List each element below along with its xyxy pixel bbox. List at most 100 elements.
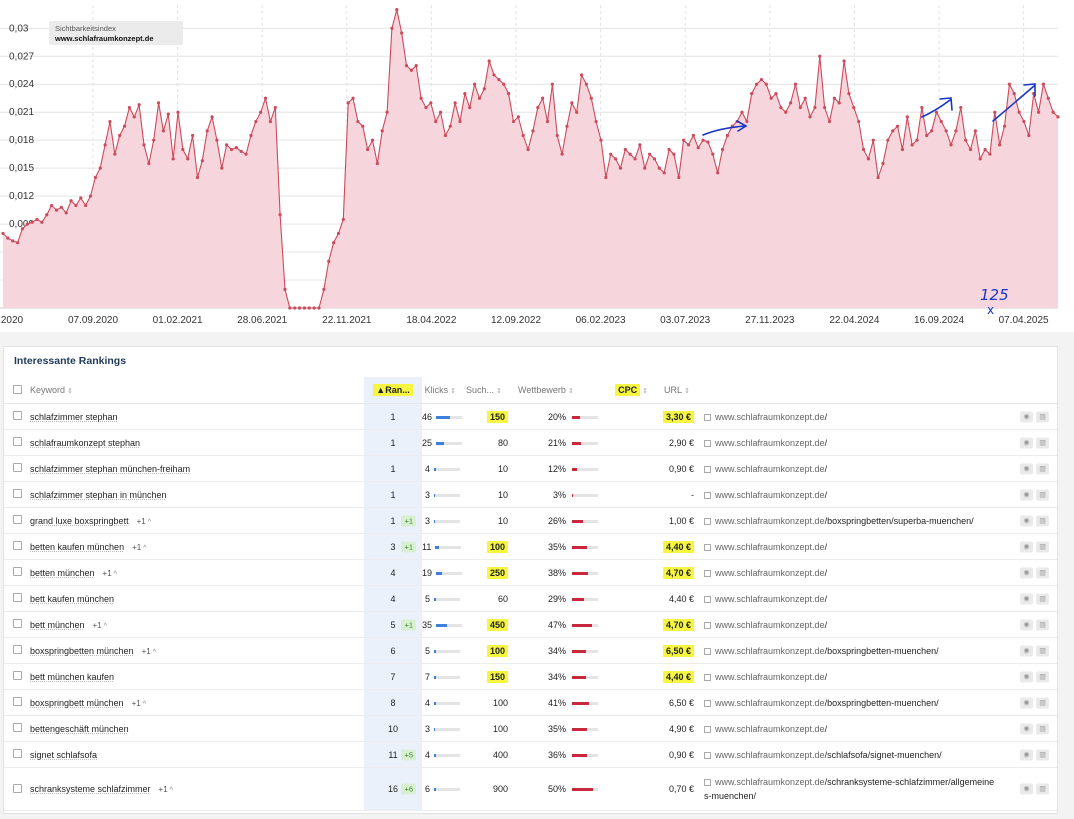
chart-icon[interactable]: ▥ [1036, 619, 1049, 631]
keyword-link[interactable]: schranksysteme schlafzimmer [30, 784, 151, 794]
chart-icon[interactable]: ▥ [1036, 783, 1049, 795]
col-competition[interactable]: Wettbewerb ⇕ [514, 377, 574, 404]
url-link[interactable]: www.schlafraumkonzept.de/ [715, 620, 827, 630]
eye-icon[interactable]: ◉ [1020, 723, 1033, 735]
keyword-variants-toggle[interactable]: +1 [140, 647, 158, 656]
external-link-icon[interactable] [704, 751, 711, 759]
col-cpc[interactable]: CPC ⇕ [566, 377, 658, 404]
external-link-icon[interactable] [704, 491, 711, 499]
keyword-link[interactable]: boxspringbetten münchen [30, 646, 134, 656]
keyword-link[interactable]: bettengeschäft münchen [30, 724, 129, 734]
col-search[interactable]: Such... ⇕ [462, 377, 514, 404]
col-url[interactable]: URL ⇕ [658, 377, 698, 404]
eye-icon[interactable]: ◉ [1020, 437, 1033, 449]
external-link-icon[interactable] [704, 517, 711, 525]
keyword-link[interactable]: signet schlafsofa [30, 750, 97, 760]
keyword-link[interactable]: schlafzimmer stephan [30, 412, 118, 422]
row-checkbox[interactable] [13, 489, 22, 498]
keyword-link[interactable]: schlafraumkonzept stephan [30, 438, 140, 448]
keyword-variants-toggle[interactable]: +1 [130, 543, 148, 552]
select-all-checkbox[interactable] [13, 384, 22, 394]
url-link[interactable]: www.schlafraumkonzept.de/boxspringbetten… [715, 698, 939, 708]
row-checkbox[interactable] [13, 437, 22, 446]
external-link-icon[interactable] [704, 465, 711, 473]
eye-icon[interactable]: ◉ [1020, 489, 1033, 501]
chart-icon[interactable]: ▥ [1036, 411, 1049, 423]
keyword-variants-toggle[interactable]: +1 [101, 569, 119, 578]
eye-icon[interactable]: ◉ [1020, 645, 1033, 657]
keyword-link[interactable]: schlafzimmer stephan münchen-freiham [30, 464, 190, 474]
eye-icon[interactable]: ◉ [1020, 749, 1033, 761]
url-link[interactable]: www.schlafraumkonzept.de/ [715, 568, 827, 578]
chart-icon[interactable]: ▥ [1036, 723, 1049, 735]
row-checkbox[interactable] [13, 541, 22, 550]
eye-icon[interactable]: ◉ [1020, 411, 1033, 423]
keyword-link[interactable]: boxspringbett münchen [30, 698, 124, 708]
keyword-variants-toggle[interactable]: +1 [157, 785, 175, 794]
chart-icon[interactable]: ▥ [1036, 697, 1049, 709]
eye-icon[interactable]: ◉ [1020, 463, 1033, 475]
external-link-icon[interactable] [704, 779, 711, 786]
external-link-icon[interactable] [704, 725, 711, 733]
eye-icon[interactable]: ◉ [1020, 515, 1033, 527]
keyword-link[interactable]: schlafzimmer stephan in münchen [30, 490, 167, 500]
row-checkbox[interactable] [13, 645, 22, 654]
external-link-icon[interactable] [704, 569, 711, 577]
eye-icon[interactable]: ◉ [1020, 541, 1033, 553]
keyword-link[interactable]: bett kaufen münchen [30, 594, 114, 604]
chart-icon[interactable]: ▥ [1036, 645, 1049, 657]
row-checkbox[interactable] [13, 463, 22, 472]
chart-icon[interactable]: ▥ [1036, 489, 1049, 501]
keyword-link[interactable]: bett münchen kaufen [30, 672, 114, 682]
eye-icon[interactable]: ◉ [1020, 783, 1033, 795]
external-link-icon[interactable] [704, 413, 711, 421]
chart-icon[interactable]: ▥ [1036, 749, 1049, 761]
url-link[interactable]: www.schlafraumkonzept.de/boxspringbetten… [715, 516, 974, 526]
col-rank[interactable]: ▲Ran... [364, 377, 422, 404]
eye-icon[interactable]: ◉ [1020, 567, 1033, 579]
url-link[interactable]: www.schlafraumkonzept.de/ [715, 438, 827, 448]
url-link[interactable]: www.schlafraumkonzept.de/ [715, 412, 827, 422]
row-checkbox[interactable] [13, 593, 22, 602]
chart-icon[interactable]: ▥ [1036, 593, 1049, 605]
url-link[interactable]: www.schlafraumkonzept.de/ [715, 594, 827, 604]
chart-icon[interactable]: ▥ [1036, 567, 1049, 579]
external-link-icon[interactable] [704, 699, 711, 707]
url-link[interactable]: www.schlafraumkonzept.de/schranksysteme-… [704, 777, 994, 801]
url-link[interactable]: www.schlafraumkonzept.de/ [715, 464, 827, 474]
eye-icon[interactable]: ◉ [1020, 671, 1033, 683]
external-link-icon[interactable] [704, 543, 711, 551]
url-link[interactable]: www.schlafraumkonzept.de/ [715, 490, 827, 500]
row-checkbox[interactable] [13, 567, 22, 576]
keyword-variants-toggle[interactable]: +1 [91, 621, 109, 630]
url-link[interactable]: www.schlafraumkonzept.de/ [715, 542, 827, 552]
chart-icon[interactable]: ▥ [1036, 541, 1049, 553]
keyword-link[interactable]: grand luxe boxspringbett [30, 516, 129, 526]
url-link[interactable]: www.schlafraumkonzept.de/ [715, 724, 827, 734]
chart-icon[interactable]: ▥ [1036, 671, 1049, 683]
row-checkbox[interactable] [13, 515, 22, 524]
url-link[interactable]: www.schlafraumkonzept.de/schlafsofa/sign… [715, 750, 942, 760]
keyword-variants-toggle[interactable]: +1 [130, 699, 148, 708]
external-link-icon[interactable] [704, 439, 711, 447]
row-checkbox[interactable] [13, 783, 22, 793]
eye-icon[interactable]: ◉ [1020, 593, 1033, 605]
chart-icon[interactable]: ▥ [1036, 515, 1049, 527]
chart-icon[interactable]: ▥ [1036, 463, 1049, 475]
col-clicks[interactable]: Klicks ⇕ [422, 377, 462, 404]
row-checkbox[interactable] [13, 619, 22, 628]
url-link[interactable]: www.schlafraumkonzept.de/ [715, 672, 827, 682]
external-link-icon[interactable] [704, 595, 711, 603]
external-link-icon[interactable] [704, 621, 711, 629]
keyword-link[interactable]: betten münchen [30, 568, 95, 578]
row-checkbox[interactable] [13, 697, 22, 706]
keyword-link[interactable]: bett münchen [30, 620, 85, 630]
chart-icon[interactable]: ▥ [1036, 437, 1049, 449]
keyword-link[interactable]: betten kaufen münchen [30, 542, 124, 552]
row-checkbox[interactable] [13, 723, 22, 732]
external-link-icon[interactable] [704, 673, 711, 681]
eye-icon[interactable]: ◉ [1020, 697, 1033, 709]
row-checkbox[interactable] [13, 749, 22, 758]
external-link-icon[interactable] [704, 647, 711, 655]
col-keyword[interactable]: Keyword ⇕ [30, 377, 364, 404]
